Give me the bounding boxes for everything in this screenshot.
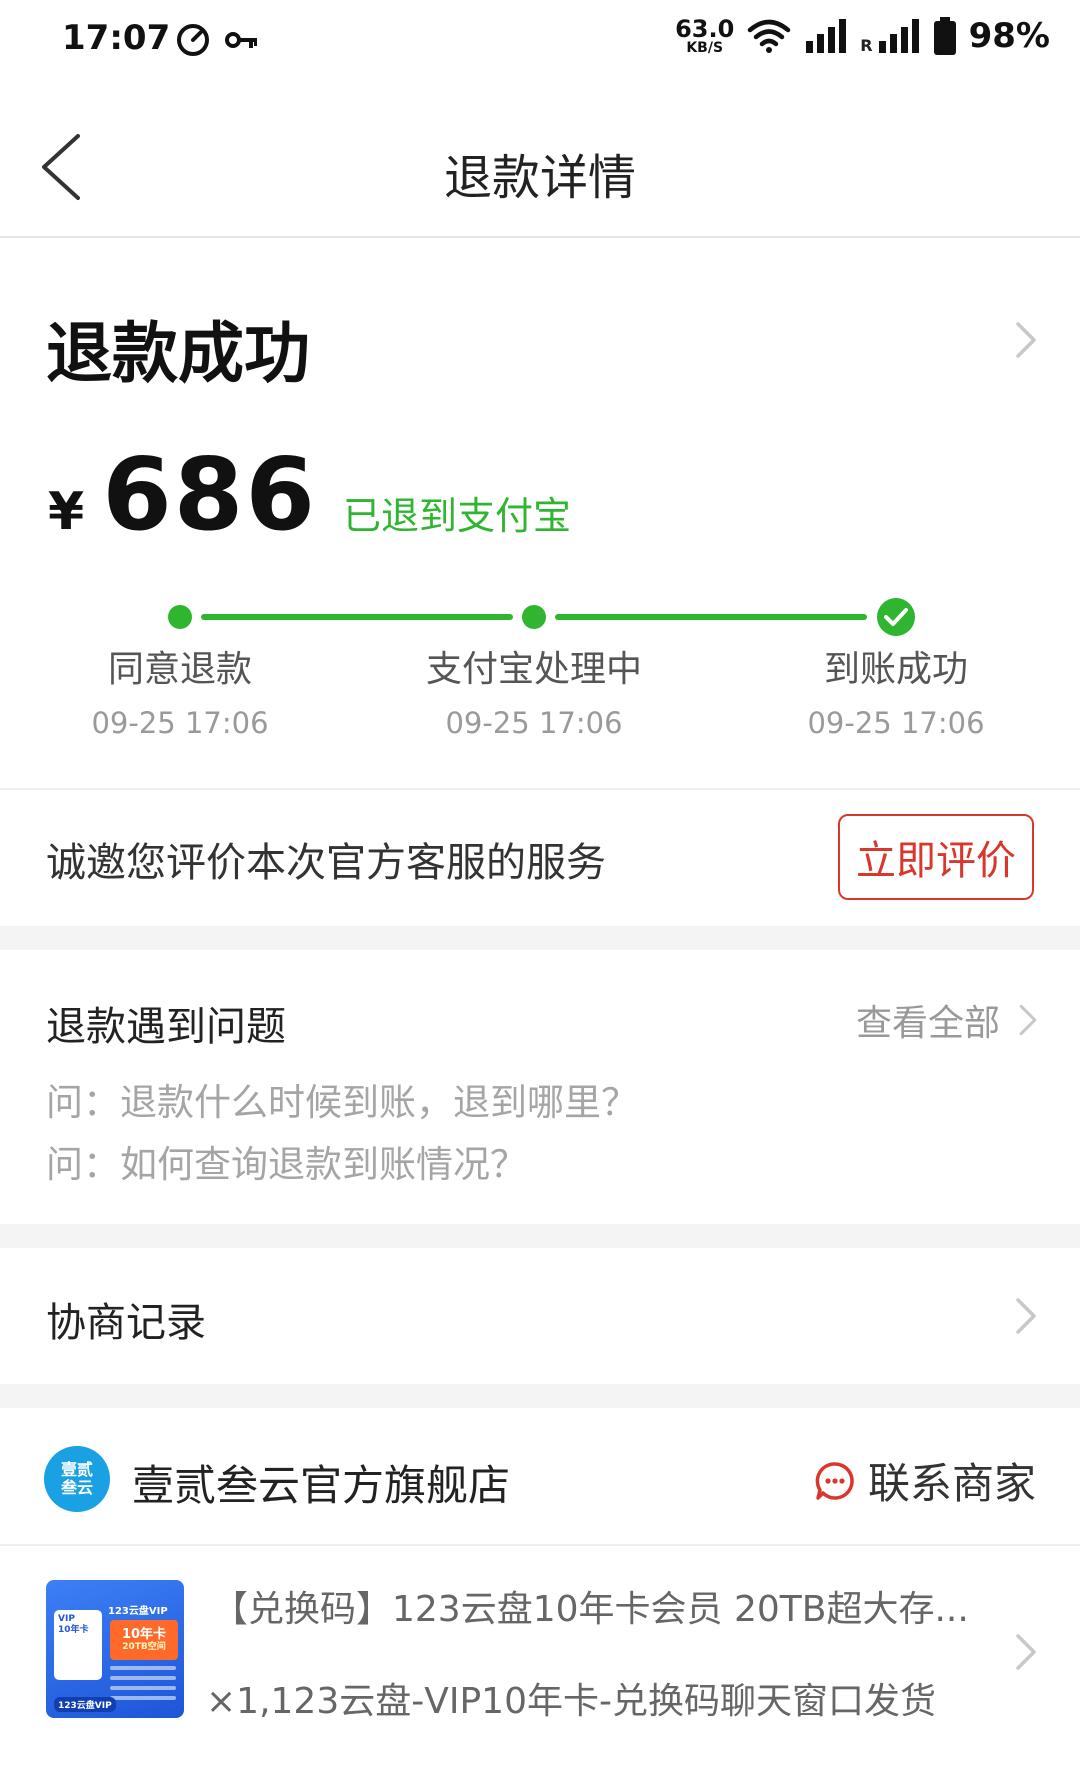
product-sku: ×1,123云盘-VIP10年卡-兑换码聊天窗口发货 [206, 1681, 936, 1722]
refund-amount-row: ¥ 686 已退到支付宝 [48, 436, 571, 553]
thumb-badge: 10年卡 20TB空间 [110, 1620, 178, 1660]
store-header: 壹贰 叁云 壹贰叁云官方旗舰店 联系商家 [0, 1408, 1080, 1546]
network-speed: 63.0 KB/S [675, 15, 735, 56]
chevron-right-icon [1016, 1634, 1036, 1670]
speedometer-icon [177, 24, 209, 56]
battery-percent: 98% [968, 16, 1050, 56]
product-item[interactable]: 123云盘VIP VIP 10年卡 10年卡 20TB空间 123云盘VIP 【… [0, 1548, 1080, 1780]
negotiation-title: 协商记录 [46, 1300, 206, 1346]
product-title: 【兑换码】123云盘10年卡会员 20TB超大存... [212, 1589, 969, 1630]
status-right-icons: 63.0 KB/S R 98% [675, 16, 1050, 56]
currency-symbol: ¥ [48, 482, 85, 542]
wifi-icon [748, 19, 791, 53]
step-time: 09-25 17:06 [807, 706, 985, 740]
refund-faq-section: 退款遇到问题 查看全部 问：退款什么时候到账，退到哪里？ 问：如何查询退款到账情… [0, 950, 1080, 1224]
step-label: 同意退款 [107, 649, 252, 690]
refund-status-card[interactable]: 退款成功 ¥ 686 已退到支付宝 同意退款 09-25 17:06 支付宝处理… [0, 240, 1080, 788]
chevron-right-icon [1016, 1298, 1036, 1334]
product-thumbnail: 123云盘VIP VIP 10年卡 10年卡 20TB空间 123云盘VIP [46, 1580, 184, 1718]
view-all-label: 查看全部 [855, 1003, 1000, 1044]
contact-merchant-label: 联系商家 [867, 1459, 1036, 1508]
rate-now-button[interactable]: 立即评价 [838, 814, 1034, 900]
progress-check-icon [877, 598, 915, 636]
progress-dot-2 [522, 605, 546, 629]
signal-icon [806, 19, 847, 53]
thumb-feature-lines [110, 1666, 176, 1706]
section-gap [0, 1224, 1080, 1248]
refund-destination: 已退到支付宝 [342, 494, 571, 538]
step-time: 09-25 17:06 [91, 706, 269, 740]
contact-merchant-button[interactable]: 联系商家 [814, 1450, 1036, 1511]
service-rating-row: 诚邀您评价本次官方客服的服务 立即评价 [0, 790, 1080, 926]
chat-bubble-icon [815, 1461, 854, 1500]
signal-icon-2 [878, 19, 919, 53]
faq-question[interactable]: 问：如何查询退款到账情况？ [46, 1134, 527, 1188]
roaming-indicator: R [860, 35, 873, 55]
page-title: 退款详情 [443, 150, 636, 206]
refund-status-title: 退款成功 [46, 315, 310, 392]
battery-icon [933, 17, 956, 55]
step-label: 支付宝处理中 [425, 649, 642, 690]
progress-dot-1 [168, 605, 192, 629]
refund-amount: 686 [102, 436, 317, 553]
step-time: 09-25 17:06 [445, 706, 623, 740]
store-section: 壹贰 叁云 壹贰叁云官方旗舰店 联系商家 123云盘VIP VIP 10年卡 10… [0, 1408, 1080, 1780]
status-time: 17:07 [62, 18, 171, 58]
section-gap [0, 926, 1080, 950]
faq-view-all-link[interactable]: 查看全部 [856, 994, 1040, 1046]
rating-prompt: 诚邀您评价本次官方客服的服务 [46, 840, 606, 886]
thumb-card: VIP 10年卡 [54, 1610, 102, 1680]
faq-title: 退款遇到问题 [46, 1004, 286, 1050]
key-icon [225, 32, 257, 48]
chevron-right-icon [1019, 1004, 1037, 1036]
store-name[interactable]: 壹贰叁云官方旗舰店 [132, 1452, 510, 1513]
store-logo[interactable]: 壹贰 叁云 [44, 1446, 110, 1512]
nav-bar: 退款详情 [0, 80, 1080, 238]
thumb-footer: 123云盘VIP [54, 1697, 116, 1712]
negotiation-record-row[interactable]: 协商记录 [0, 1248, 1080, 1384]
thumb-brand: 123云盘VIP [108, 1606, 168, 1617]
section-gap [0, 1384, 1080, 1408]
faq-question[interactable]: 问：退款什么时候到账，退到哪里？ [46, 1072, 638, 1126]
status-left-icons [175, 22, 259, 58]
chevron-right-icon[interactable] [1012, 318, 1040, 362]
status-bar: 17:07 63.0 KB/S R 98% [0, 0, 1080, 80]
step-label: 到账成功 [823, 649, 968, 690]
refund-progress-bar [168, 598, 915, 636]
